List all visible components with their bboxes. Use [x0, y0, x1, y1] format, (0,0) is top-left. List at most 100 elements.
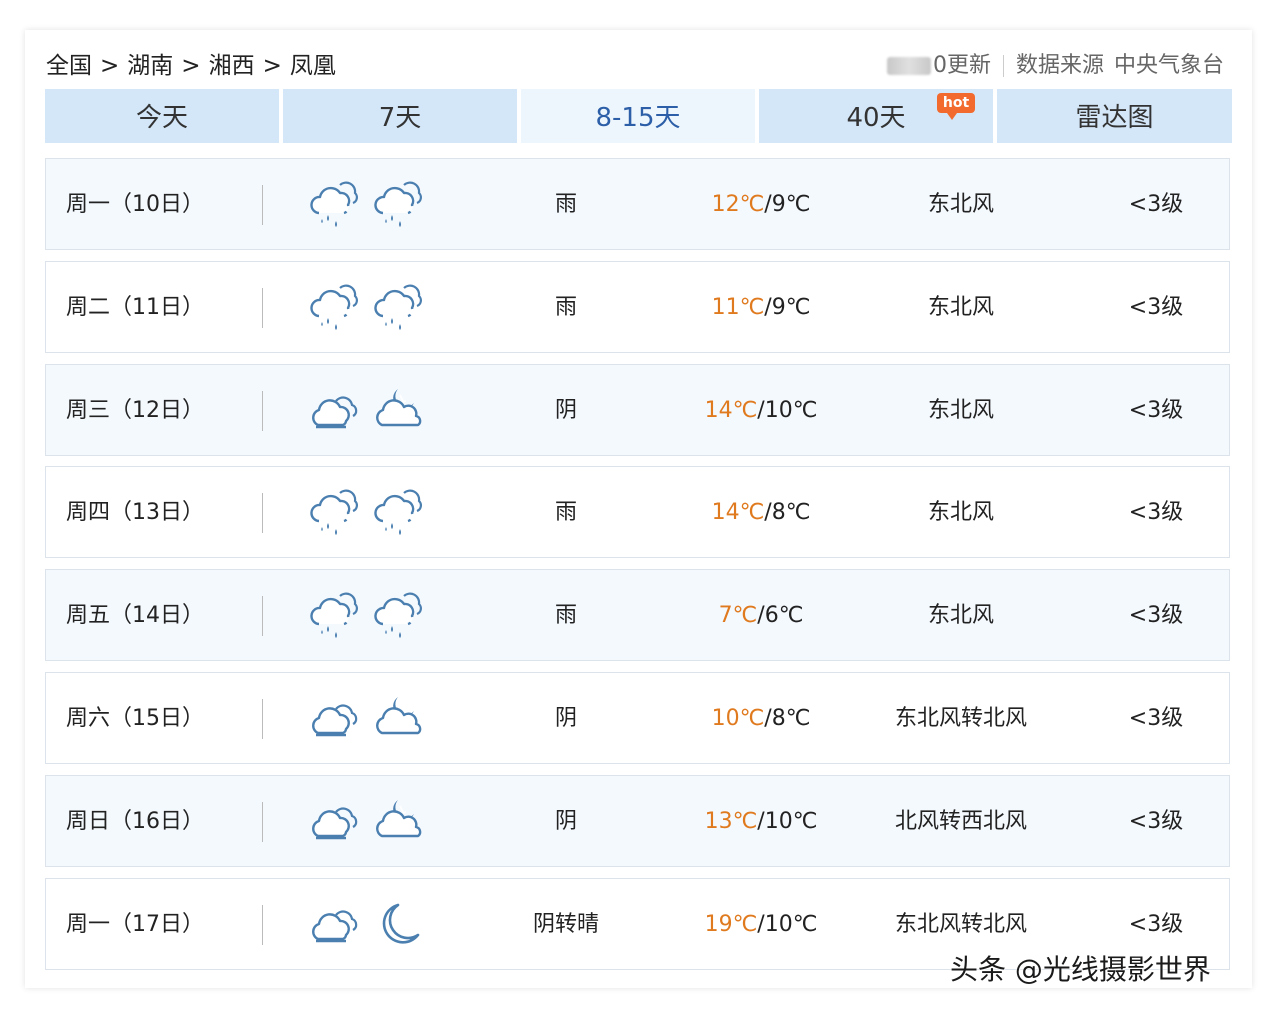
- overcast-icon: [310, 693, 360, 745]
- tab-8-15-days[interactable]: 8-15天: [521, 89, 755, 143]
- wind-direction: 东北风: [927, 603, 994, 628]
- wind-level: <3级: [1128, 192, 1184, 217]
- cloudy-night-icon: [374, 693, 424, 745]
- temperature: 12℃/9℃: [666, 159, 856, 251]
- low-temp: 6℃: [764, 603, 804, 628]
- tab-today[interactable]: 今天: [45, 89, 279, 143]
- weather-icons: [310, 693, 424, 745]
- breadcrumb: 全国 > 湖南 > 湘西 > 凤凰: [46, 48, 336, 84]
- weather-text: 阴: [554, 706, 577, 731]
- rain-icon: [310, 179, 360, 231]
- weather-icons: [310, 282, 424, 334]
- tab-radar[interactable]: 雷达图: [997, 89, 1232, 143]
- weather-text: 雨: [554, 192, 577, 217]
- temp-slash: /: [764, 706, 772, 731]
- tab-40-days-label: 40天: [846, 103, 906, 133]
- source-label: 数据来源: [1015, 53, 1104, 78]
- high-temp: 19℃: [704, 912, 758, 937]
- low-temp: 9℃: [771, 192, 811, 217]
- tab-40-days[interactable]: 40天 hot: [759, 89, 993, 143]
- forecast-row: 周一（10日） 雨 12℃/9℃ 东北风 <3级: [45, 158, 1230, 250]
- weather-icons: [310, 487, 424, 539]
- weather-text: 阴: [554, 398, 577, 423]
- temperature: 10℃/8℃: [666, 673, 856, 765]
- weather-text: 雨: [554, 500, 577, 525]
- rain-icon: [310, 282, 360, 334]
- low-temp: 10℃: [764, 912, 818, 937]
- day-label: 周一（17日）: [66, 912, 204, 937]
- wind-level: <3级: [1128, 809, 1184, 834]
- day-label: 周一（10日）: [66, 192, 204, 217]
- rain-icon: [310, 487, 360, 539]
- weather-icons: [310, 899, 424, 951]
- weather-icons: [310, 385, 424, 437]
- update-time-text: 0更新: [932, 53, 991, 78]
- day-label: 周五（14日）: [66, 603, 204, 628]
- meta-divider: [1002, 55, 1004, 77]
- blurred-update-time: [886, 57, 931, 75]
- overcast-icon: [310, 796, 360, 848]
- temp-slash: /: [757, 912, 765, 937]
- weather-icons: [310, 179, 424, 231]
- rain-icon: [310, 590, 360, 642]
- breadcrumb-separator: >: [100, 53, 120, 79]
- moon-icon: [374, 899, 424, 951]
- temp-slash: /: [764, 500, 772, 525]
- forecast-row: 周日（16日） 阴 13℃/10℃ 北风转西北风 <3级: [45, 775, 1230, 867]
- forecast-row: 周五（14日） 雨 7℃/6℃ 东北风 <3级: [45, 569, 1230, 661]
- forecast-row: 周六（15日） 阴 10℃/8℃ 东北风转北风 <3级: [45, 672, 1230, 764]
- forecast-row: 周四（13日） 雨 14℃/8℃ 东北风 <3级: [45, 466, 1230, 558]
- rain-icon: [374, 282, 424, 334]
- row-divider: [262, 802, 263, 842]
- day-label: 周二（11日）: [66, 295, 204, 320]
- breadcrumb-item-prefecture[interactable]: 湘西: [209, 48, 255, 84]
- overcast-icon: [310, 385, 360, 437]
- wind-direction: 东北风转北风: [894, 706, 1027, 731]
- day-label: 周三（12日）: [66, 398, 204, 423]
- wind-level: <3级: [1128, 295, 1184, 320]
- cloudy-night-icon: [374, 385, 424, 437]
- low-temp: 9℃: [771, 295, 811, 320]
- temperature: 14℃/10℃: [666, 365, 856, 457]
- wind-direction: 东北风: [927, 398, 994, 423]
- temperature: 14℃/8℃: [666, 467, 856, 559]
- cloudy-night-icon: [374, 796, 424, 848]
- temp-slash: /: [764, 192, 772, 217]
- temp-slash: /: [757, 809, 765, 834]
- tab-7-days[interactable]: 7天: [283, 89, 517, 143]
- rain-icon: [374, 487, 424, 539]
- rain-icon: [374, 590, 424, 642]
- temp-slash: /: [757, 398, 765, 423]
- day-label: 周四（13日）: [66, 500, 204, 525]
- wind-level: <3级: [1128, 603, 1184, 628]
- breadcrumb-item-county: 凤凰: [289, 53, 336, 79]
- header: 全国 > 湖南 > 湘西 > 凤凰 0更新 数据来源 中央气象台: [46, 48, 1232, 84]
- weather-text: 雨: [554, 295, 577, 320]
- temperature: 13℃/10℃: [666, 776, 856, 868]
- weather-icons: [310, 796, 424, 848]
- row-divider: [262, 905, 263, 945]
- day-label: 周六（15日）: [66, 706, 204, 731]
- weather-text: 阴转晴: [532, 912, 599, 937]
- weather-text: 阴: [554, 809, 577, 834]
- watermark: 头条 @光线摄影世界: [950, 953, 1211, 986]
- breadcrumb-item-province[interactable]: 湖南: [127, 48, 173, 84]
- wind-direction: 东北风: [927, 192, 994, 217]
- weather-text: 雨: [554, 603, 577, 628]
- high-temp: 12℃: [711, 192, 765, 217]
- hot-badge: hot: [937, 93, 975, 120]
- weather-icons: [310, 590, 424, 642]
- temp-slash: /: [764, 295, 772, 320]
- wind-level: <3级: [1128, 706, 1184, 731]
- row-divider: [262, 185, 263, 225]
- breadcrumb-item-country[interactable]: 全国: [46, 48, 92, 84]
- high-temp: 11℃: [711, 295, 765, 320]
- forecast-row: 周二（11日） 雨 11℃/9℃ 东北风 <3级: [45, 261, 1230, 353]
- forecast-row: 周三（12日） 阴 14℃/10℃ 东北风 <3级: [45, 364, 1230, 456]
- low-temp: 10℃: [764, 809, 818, 834]
- wind-direction: 东北风: [927, 295, 994, 320]
- wind-level: <3级: [1128, 500, 1184, 525]
- update-info: 0更新 数据来源 中央气象台: [886, 48, 1224, 84]
- low-temp: 8℃: [771, 706, 811, 731]
- low-temp: 8℃: [771, 500, 811, 525]
